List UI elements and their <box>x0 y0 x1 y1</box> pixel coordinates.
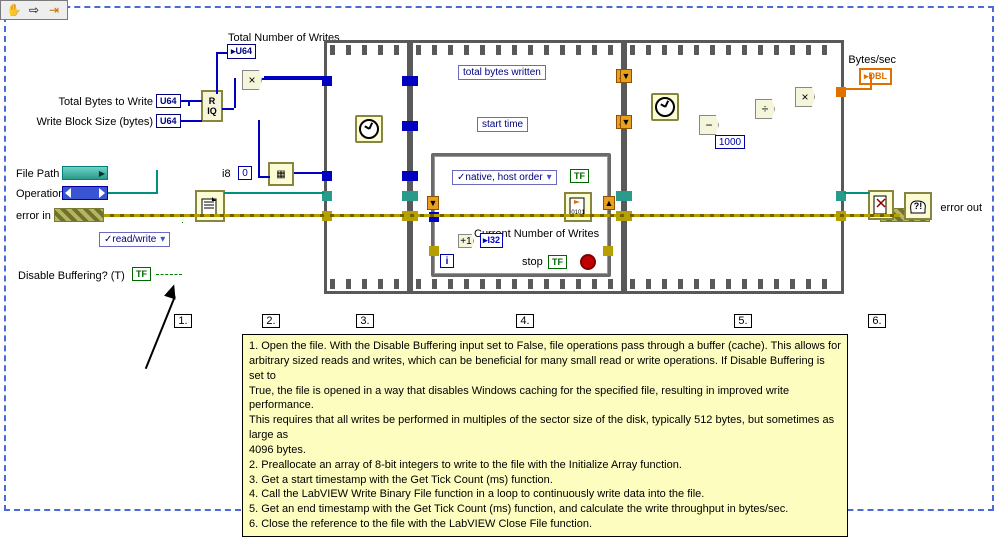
seq-frame-3: − ÷ × 1000 ▼ ▼ <box>624 40 844 294</box>
tick-count-start-node <box>355 115 383 143</box>
hand-tool-icon[interactable]: ✋ <box>5 3 23 17</box>
write-binary-file-node: 0101 <box>564 192 592 222</box>
flat-sequence: total bytes written start time ✓native, … <box>324 40 844 294</box>
indicator-bytes-sec: ▸DBL <box>859 68 892 85</box>
seq-frame-2: total bytes written start time ✓native, … <box>410 40 624 294</box>
control-error-in[interactable] <box>54 208 104 222</box>
increment-node: +1 <box>458 234 474 248</box>
loop-iteration-terminal: i <box>440 254 454 268</box>
quotient-remainder-node: RIQ <box>201 90 223 122</box>
label-block-size: Write Block Size (bytes) <box>16 116 153 128</box>
seq-frame-1 <box>324 40 410 294</box>
loop-stop-terminal <box>580 254 596 270</box>
ring-byte-order[interactable]: ✓native, host order▾ <box>452 170 557 185</box>
annotation-arrow-head <box>164 282 180 299</box>
control-file-path[interactable]: ▶ <box>62 166 108 180</box>
shift-register-left: ▼ <box>427 196 439 210</box>
toolbar: ✋ ⇨ ⇥ <box>0 0 68 20</box>
indicator-total-writes: ▸U64 <box>227 44 256 59</box>
step-3-box: 3. <box>356 314 374 328</box>
multiply-node-2: × <box>795 87 815 107</box>
step-into-icon[interactable]: ⇥ <box>45 3 63 17</box>
label-error-out: error out <box>940 202 982 214</box>
constant-1000: 1000 <box>715 135 745 149</box>
step-5-box: 5. <box>734 314 752 328</box>
label-bytes-sec: Bytes/sec <box>848 54 896 66</box>
label-disable-buf: Disable Buffering? (T) <box>18 270 125 282</box>
tick-count-end-node <box>651 93 679 121</box>
multiply-node: × <box>242 70 262 90</box>
step-2-box: 2. <box>262 314 280 328</box>
label-total-writes: Total Number of Writes <box>228 32 340 44</box>
label-operation: Operation <box>16 188 64 200</box>
label-stop: stop <box>522 256 543 268</box>
subtract-node: − <box>699 115 719 135</box>
control-block-size[interactable]: U64 <box>156 114 181 128</box>
ring-total-bytes-written: total bytes written <box>458 65 546 80</box>
label-total-bytes: Total Bytes to Write <box>47 96 153 108</box>
description-box: 1. Open the file. With the Disable Buffe… <box>242 334 848 537</box>
run-arrow-icon[interactable]: ⇨ <box>25 3 43 17</box>
error-handler-node: ?! <box>904 192 932 220</box>
block-diagram: Total Number of Writes Total Bytes to Wr… <box>4 6 994 511</box>
control-total-bytes[interactable]: U64 <box>156 94 181 108</box>
svg-text:?!: ?! <box>914 201 923 211</box>
constant-zero-i8: 0 <box>238 166 252 180</box>
step-1-box: 1. <box>174 314 192 328</box>
divide-node: ÷ <box>755 99 775 119</box>
step-6-box: 6. <box>868 314 886 328</box>
control-disable-buffering[interactable]: TF <box>132 267 151 281</box>
ring-start-time: start time <box>477 117 528 132</box>
indicator-current-writes: ▸I32 <box>480 233 503 248</box>
control-stop[interactable]: TF <box>548 255 567 269</box>
constant-tf: TF <box>570 169 589 183</box>
label-i8: i8 <box>222 168 231 180</box>
step-4-box: 4. <box>516 314 534 328</box>
annotation-arrow <box>145 296 176 369</box>
control-operation[interactable] <box>62 186 108 200</box>
ring-read-write[interactable]: ✓read/write▾ <box>99 232 170 247</box>
open-file-node <box>195 190 225 222</box>
shift-register-right: ▲ <box>603 196 615 210</box>
label-file-path: File Path <box>16 168 59 180</box>
initialize-array-node: ▦ <box>268 162 294 186</box>
label-error-in: error in <box>16 210 51 222</box>
